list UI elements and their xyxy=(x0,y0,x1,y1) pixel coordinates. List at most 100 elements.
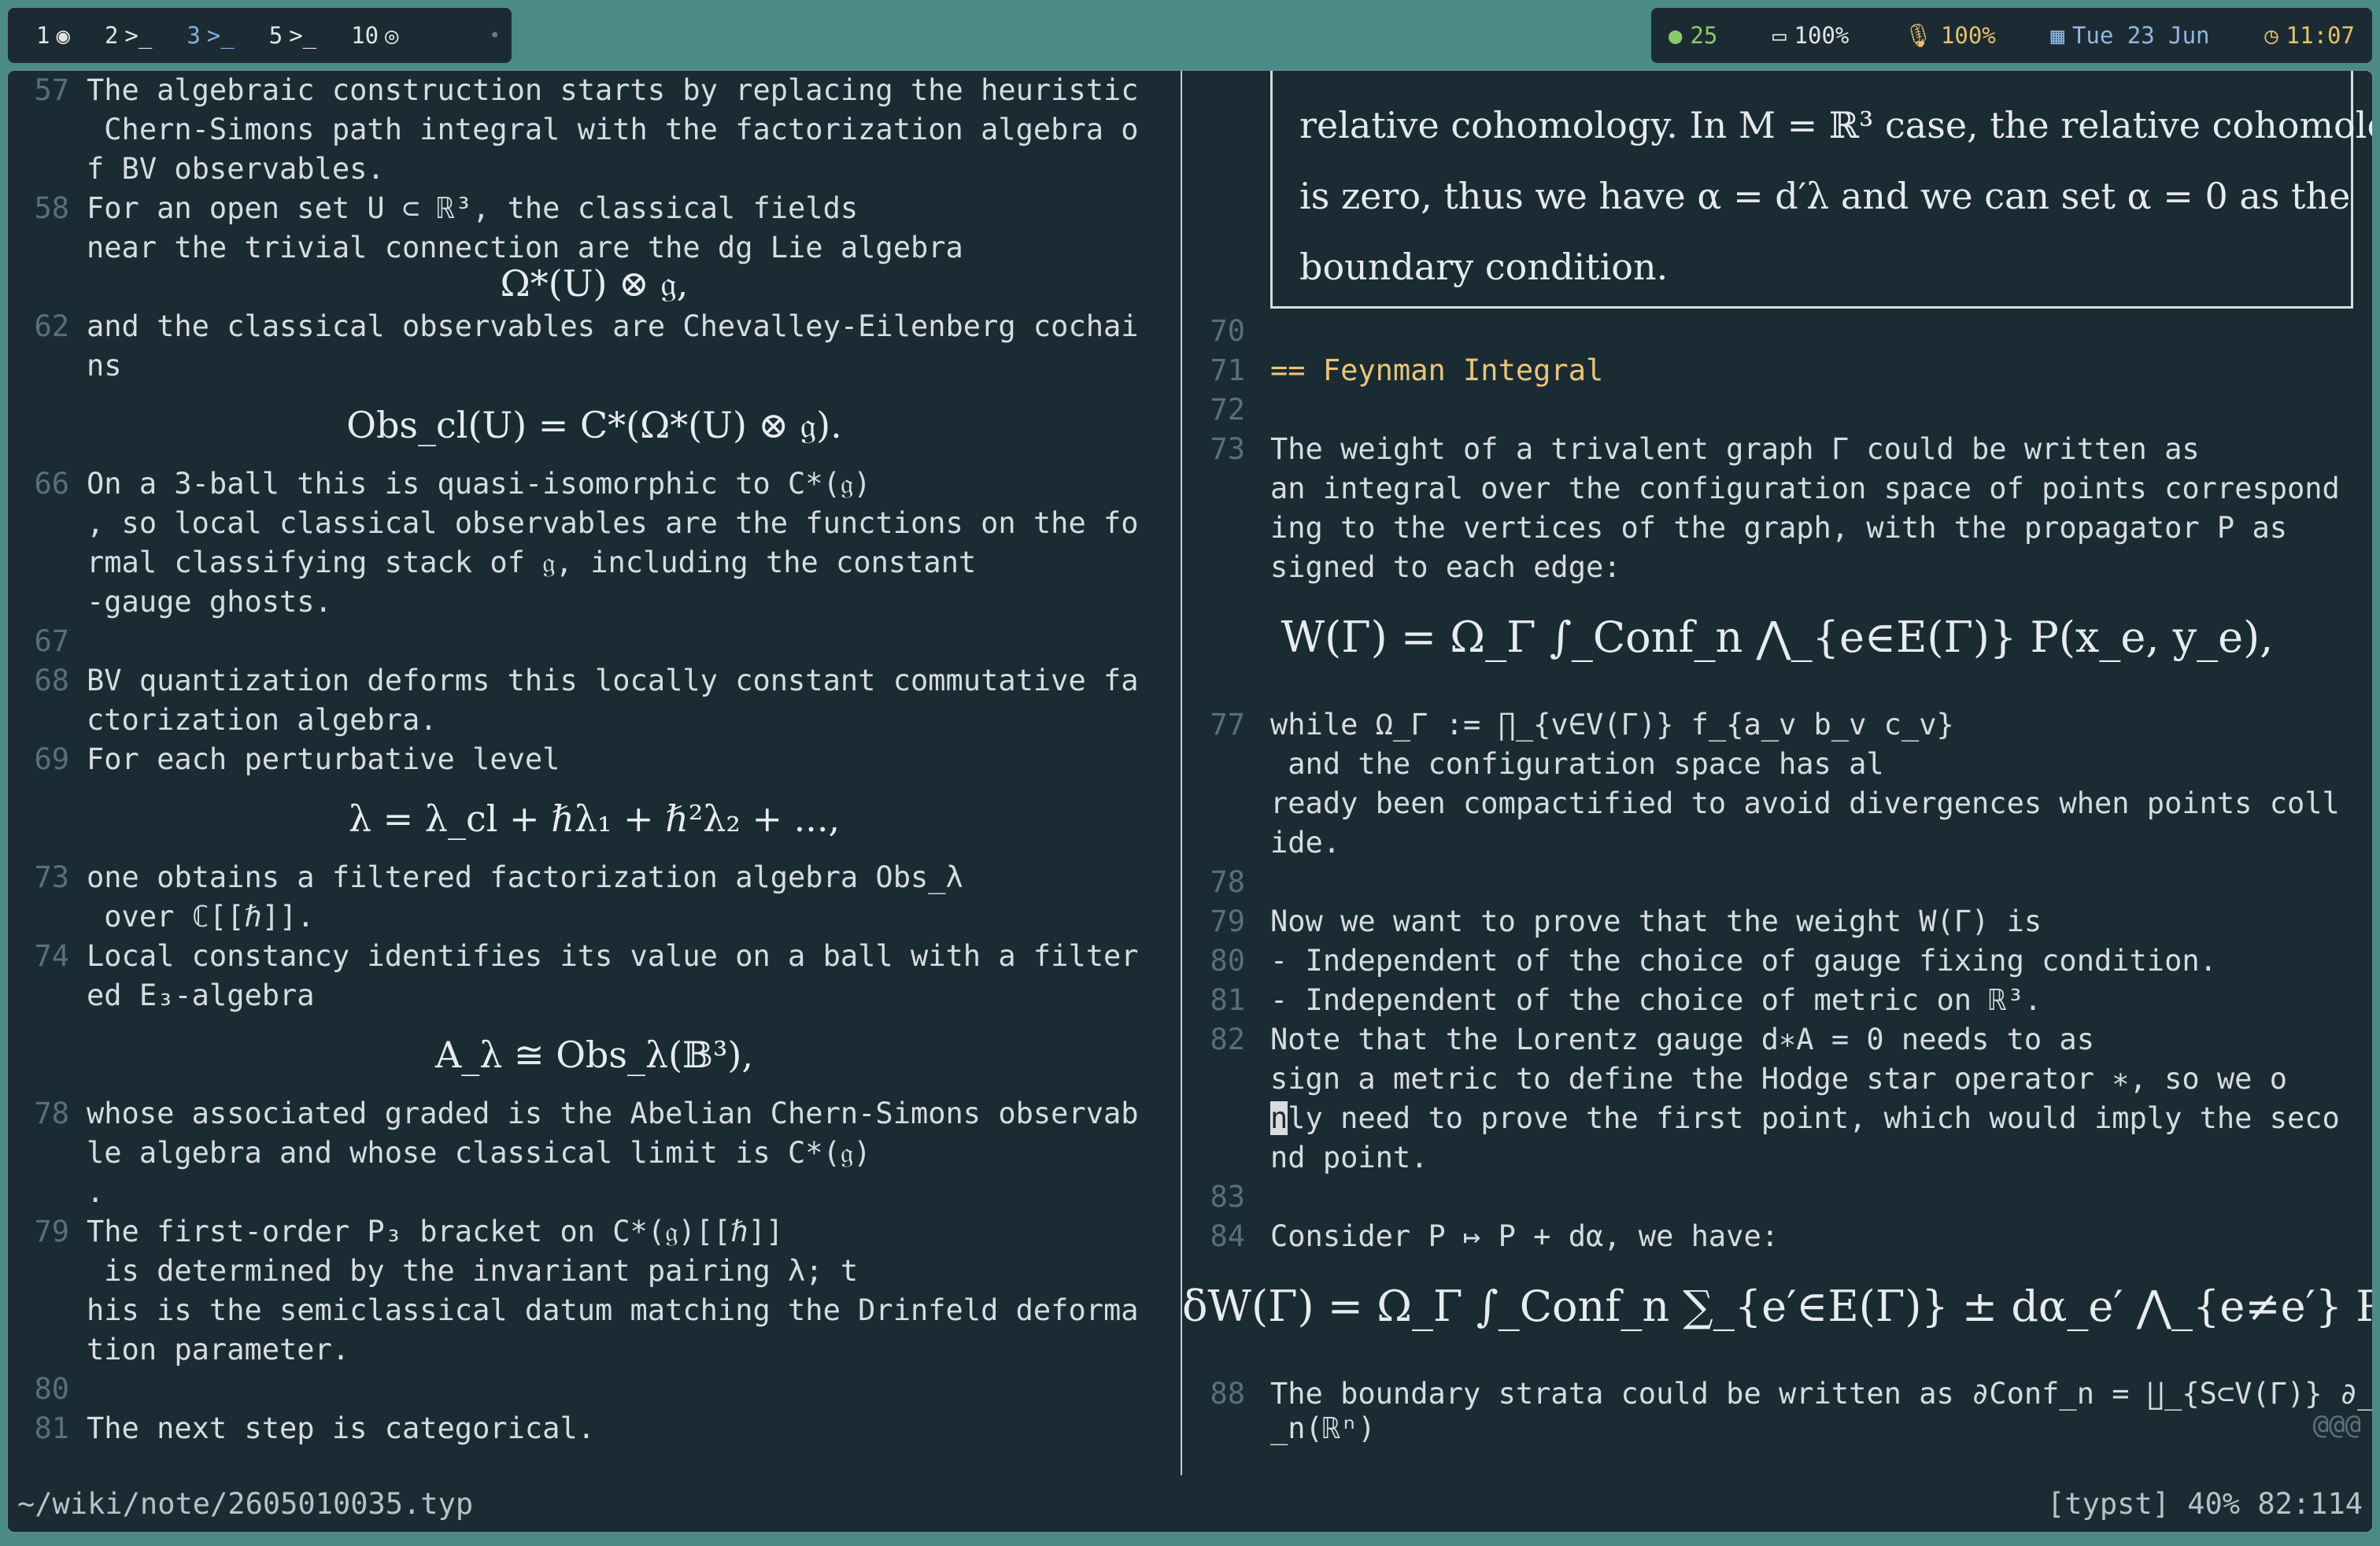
line-text: Local constancy identifies its value on … xyxy=(87,939,1139,973)
line-text: ns xyxy=(87,349,122,383)
line-number: 71 xyxy=(1210,353,1245,387)
line-number: 68 xyxy=(34,664,69,697)
editor-line: le algebra and whose classical limit is … xyxy=(8,1134,1181,1173)
wechat-status[interactable]: ● 25 xyxy=(1669,22,1717,49)
line-number: 84 xyxy=(1210,1219,1245,1253)
line-text: and the classical observables are Cheval… xyxy=(87,309,1139,343)
workspace-3[interactable]: 3 >_ xyxy=(169,8,251,63)
line-number: 58 xyxy=(34,191,69,225)
editor-line: ns xyxy=(8,346,1181,386)
line-text: The boundary strata could be written as … xyxy=(1270,1377,2372,1411)
line-number: 73 xyxy=(34,860,69,894)
editor-line: 81 - Independent of the choice of metric … xyxy=(1182,981,2372,1020)
line-text: Note that the Lorentz gauge d∗A = 0 need… xyxy=(1270,1023,2094,1056)
right-editor-pane[interactable]: relative cohomology. In M = ℝ³ case, the… xyxy=(1182,71,2372,1475)
editor-line: 80 - Independent of the choice of gauge f… xyxy=(1182,941,2372,981)
line-text: over ℂ[[ℏ]]. xyxy=(87,900,315,934)
line-text: ing to the vertices of the graph, with t… xyxy=(1270,511,2288,545)
cursor-line-text[interactable]: nly need to prove the first point, which… xyxy=(1270,1099,2340,1138)
math-display: Obs_cl(U) = C*(Ω*(U) ⊗ 𝔤). xyxy=(346,404,842,446)
editor-line: 58 For an open set U ⊂ ℝ³, the classical … xyxy=(8,189,1181,228)
math-display: A_λ ≅ Obs_λ(𝔹³), xyxy=(435,1034,753,1076)
editor-line: signed to each edge: xyxy=(1182,548,2372,587)
line-text: - Independent of the choice of metric on… xyxy=(1270,983,2042,1017)
line-number: 80 xyxy=(34,1372,69,1406)
line-number: 67 xyxy=(34,624,69,658)
line-text: le algebra and whose classical limit is … xyxy=(87,1136,871,1170)
editor-line: 69 For each perturbative level xyxy=(8,740,1181,779)
line-text: an integral over the configuration space… xyxy=(1270,472,2340,505)
line-text: For each perturbative level xyxy=(87,742,560,776)
line-text: The first-order P₃ bracket on C*(𝔤)[[ℏ]] xyxy=(87,1215,784,1248)
terminal-icon: >_ xyxy=(206,22,235,49)
line-number: 78 xyxy=(1210,865,1245,899)
line-number: 72 xyxy=(1210,393,1245,427)
editor-line: 72 xyxy=(1182,390,2372,430)
workspace-10[interactable]: 10 ◎ xyxy=(334,8,416,63)
editor-line: 73 one obtains a filtered factorization a… xyxy=(8,858,1181,897)
line-text: The weight of a trivalent graph Γ could … xyxy=(1270,432,2200,466)
editor-line: and the configuration space has al xyxy=(1182,745,2372,784)
workspace-number: 10 xyxy=(351,22,379,49)
line-number: 77 xyxy=(1210,708,1245,742)
line-number: 69 xyxy=(34,742,69,776)
microphone-icon: 🎙 xyxy=(1904,21,1933,49)
workspace-number: 1 xyxy=(36,22,50,49)
battery-level: 100% xyxy=(1794,22,1850,49)
editor-line: 67 xyxy=(8,622,1181,661)
line-text: For an open set U ⊂ ℝ³, the classical fi… xyxy=(87,191,859,225)
text-cursor: n xyxy=(1270,1101,1288,1135)
editor-line: 84 Consider P ↦ P + dα, we have: xyxy=(1182,1217,2372,1256)
wechat-count: 25 xyxy=(1690,22,1718,49)
box-line: relative cohomology. In M = ℝ³ case, the… xyxy=(1299,104,2372,146)
workspace-number: 2 xyxy=(104,22,119,49)
date-status[interactable]: ▦ Tue 23 Jun xyxy=(2050,22,2209,49)
wechat-icon: ● xyxy=(1669,22,1683,49)
line-number: 88 xyxy=(1210,1377,1245,1411)
line-number: 80 xyxy=(1210,944,1245,978)
editor-line: 66 On a 3-ball this is quasi-isomorphic t… xyxy=(8,464,1181,504)
math-display: δW(Γ) = Ω_Γ ∫_Conf_n ∑_{e′∈E(Γ)} ± dα_e′… xyxy=(1182,1282,2372,1331)
line-text: rmal classifying stack of 𝔤, including t… xyxy=(87,546,977,579)
editor-line: 73 The weight of a trivalent graph Γ coul… xyxy=(1182,430,2372,469)
line-number: 70 xyxy=(1210,314,1245,348)
editor-line: over ℂ[[ℏ]]. xyxy=(8,897,1181,937)
editor-line: rmal classifying stack of 𝔤, including t… xyxy=(8,543,1181,583)
editor-line: ide. xyxy=(1182,823,2372,863)
line-text: while Ω_Γ := ∏_{v∈V(Γ)} f_{a_v b_v c_v} xyxy=(1270,708,1954,742)
line-text: ide. xyxy=(1270,826,1341,860)
line-text: signed to each edge: xyxy=(1270,550,1621,584)
line-number: 62 xyxy=(34,309,69,343)
editor-line: ed E₃-algebra xyxy=(8,976,1181,1015)
editor-line: is determined by the invariant pairing λ… xyxy=(8,1252,1181,1291)
editor-statusline: ~/wiki/note/2605010035.typ [typst] 40% 8… xyxy=(8,1475,2372,1532)
clock-status[interactable]: ◷ 11:07 xyxy=(2264,22,2355,49)
line-text: sign a metric to define the Hodge star o… xyxy=(1270,1062,2288,1096)
left-editor-pane[interactable]: 57 The algebraic construction starts by r… xyxy=(8,71,1181,1475)
box-line: boundary condition. xyxy=(1299,246,1669,288)
line-number: 81 xyxy=(1210,983,1245,1017)
battery-status[interactable]: ▭ 100% xyxy=(1772,22,1849,49)
editor-line: 78 whose associated graded is the Abelian… xyxy=(8,1094,1181,1134)
calendar-icon: ▦ xyxy=(2050,22,2064,49)
workspace-5[interactable]: 5 >_ xyxy=(252,8,334,63)
editor-line: , so local classical observables are the… xyxy=(8,504,1181,543)
line-text: BV quantization deforms this locally con… xyxy=(87,664,1139,697)
battery-icon: ▭ xyxy=(1772,22,1787,49)
line-text: . xyxy=(87,1175,105,1209)
workspace-1[interactable]: 1 ◉ xyxy=(19,8,87,63)
line-text: and the configuration space has al xyxy=(1270,747,1884,781)
line-number: 66 xyxy=(34,467,69,501)
editor-line: f BV observables. xyxy=(8,150,1181,189)
mic-status[interactable]: 🎙 100% xyxy=(1904,22,1996,50)
line-text: -gauge ghosts. xyxy=(87,585,332,619)
line-text: whose associated graded is the Abelian C… xyxy=(87,1097,1139,1130)
line-text: ed E₃-algebra xyxy=(87,978,315,1012)
workspace-2[interactable]: 2 >_ xyxy=(87,8,169,63)
line-number: 57 xyxy=(34,73,69,107)
file-path: ~/wiki/note/2605010035.typ xyxy=(17,1486,474,1521)
editor-line: 79 The first-order P₃ bracket on C*(𝔤)[[ℏ… xyxy=(8,1212,1181,1252)
workspace-number: 3 xyxy=(187,22,201,49)
editor-line: 62 and the classical observables are Chev… xyxy=(8,307,1181,346)
editor-line: 70 xyxy=(1182,312,2372,351)
